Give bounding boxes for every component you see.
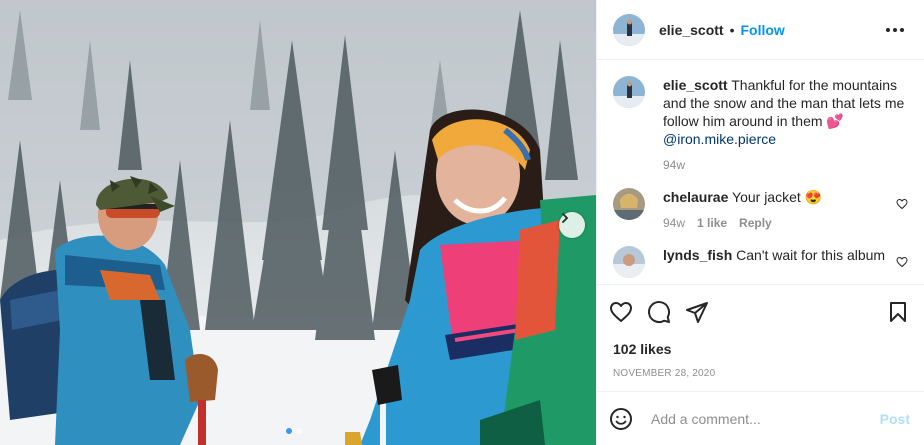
comment-emoji: 😍 <box>804 189 823 205</box>
post-date: NOVEMBER 28, 2020 <box>613 368 716 379</box>
avatar[interactable] <box>613 246 645 278</box>
comment-item: chelaurae Your jacket 😍 94w 1 like Reply <box>613 188 908 232</box>
avatar[interactable] <box>613 76 645 108</box>
avatar-image <box>613 246 645 278</box>
avatar-image <box>613 13 645 46</box>
add-comment-bar: Post <box>597 391 924 445</box>
caption-mention[interactable]: @iron.mike.pierce <box>663 131 776 147</box>
more-icon <box>886 27 890 32</box>
comment-icon[interactable] <box>647 300 671 324</box>
carousel-dot-active <box>286 428 292 434</box>
emoji-icon[interactable] <box>609 407 633 431</box>
avatar[interactable] <box>613 13 645 46</box>
post-photo[interactable] <box>0 0 596 445</box>
more-options-button[interactable] <box>882 24 908 36</box>
comment-username[interactable]: chelaurae <box>663 189 728 205</box>
follow-button[interactable]: Follow <box>741 22 785 38</box>
header-username[interactable]: elie_scott <box>659 22 724 38</box>
share-icon[interactable] <box>685 300 709 324</box>
carousel-next-button[interactable] <box>559 212 585 238</box>
heart-icon[interactable] <box>609 300 633 324</box>
post-header: elie_scott • Follow <box>597 0 924 60</box>
action-bar <box>597 285 924 327</box>
likes-count[interactable]: 102 likes <box>597 327 924 357</box>
reply-button[interactable]: Reply <box>739 214 772 232</box>
comment-age: 94w <box>663 216 686 230</box>
comment-text: Your jacket <box>732 189 801 205</box>
save-icon[interactable] <box>886 300 910 324</box>
caption-age: 94w <box>663 158 686 172</box>
post-comment-button[interactable]: Post <box>880 411 910 427</box>
avatar-image <box>613 76 645 108</box>
caption-username[interactable]: elie_scott <box>663 77 728 93</box>
caption-emoji: 💕 <box>826 113 844 129</box>
caption: elie_scott Thankful for the mountains an… <box>613 76 908 174</box>
header-separator: • <box>729 21 735 38</box>
photo-illustration <box>0 0 596 445</box>
comment-text: Can't wait for this album <box>736 247 886 263</box>
comment-likes[interactable]: 1 like <box>697 214 727 232</box>
comment-heart-icon[interactable] <box>896 256 908 268</box>
comment-heart-icon[interactable] <box>896 198 908 210</box>
avatar[interactable] <box>613 188 645 220</box>
carousel-indicator <box>286 428 302 434</box>
comments-list[interactable]: elie_scott Thankful for the mountains an… <box>597 60 924 285</box>
comment-item: lynds_fish Can't wait for this album <box>613 246 908 278</box>
comment-username[interactable]: lynds_fish <box>663 247 732 263</box>
carousel-dot <box>296 428 302 434</box>
post-details-panel: elie_scott • Follow elie_scott Thankful … <box>596 0 924 445</box>
chevron-right-icon <box>562 213 569 223</box>
add-comment-input[interactable] <box>649 409 880 428</box>
avatar-image <box>613 188 645 220</box>
